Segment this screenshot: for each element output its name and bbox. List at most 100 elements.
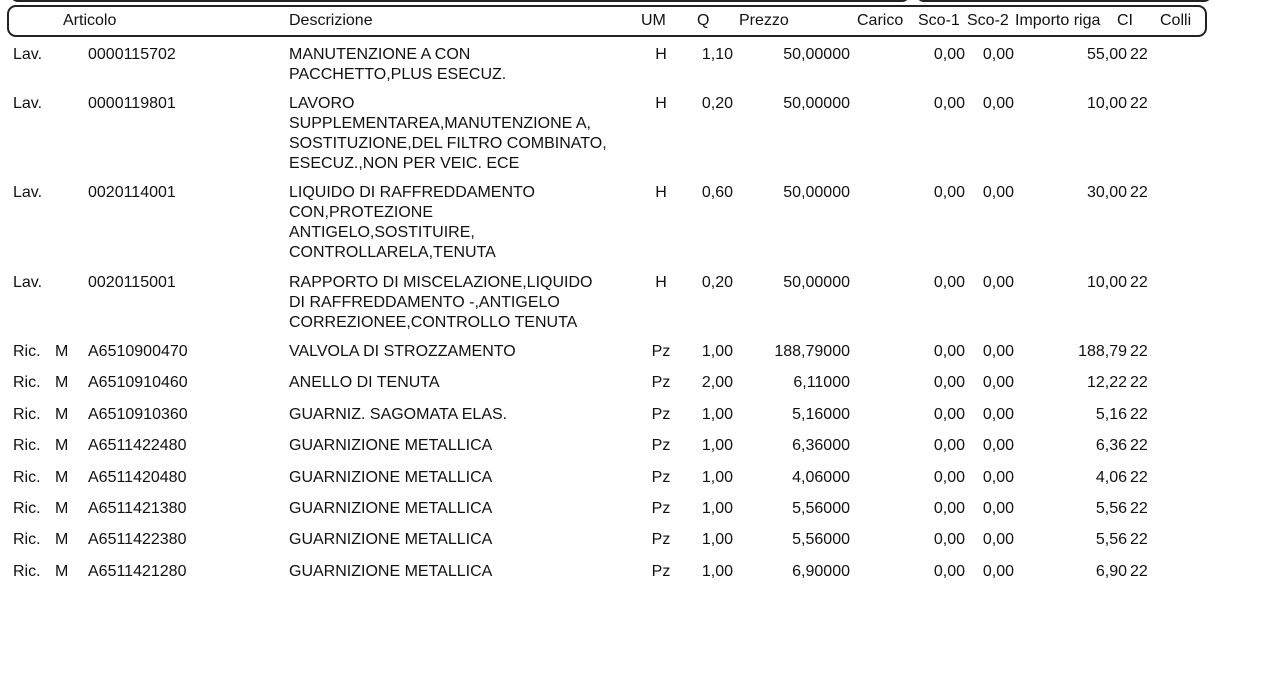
row-sco1: 0,00: [933, 343, 965, 360]
row-um: Pz: [651, 343, 671, 360]
row-sco1: 0,00: [933, 274, 965, 291]
row-sco2: 0,00: [982, 95, 1014, 112]
row-type: Ric.: [13, 437, 41, 454]
upper-box-bottom-edge-left: [10, 0, 910, 2]
row-flag: M: [55, 531, 69, 548]
row-um: Pz: [651, 563, 671, 580]
row-sco1: 0,00: [933, 437, 965, 454]
header-prezzo: Prezzo: [739, 12, 789, 29]
row-articolo: 0000119801: [88, 95, 176, 112]
row-descrizione: GUARNIZIONE METALLICA: [289, 469, 493, 486]
row-um: H: [655, 274, 667, 291]
row-descrizione: GUARNIZ. SAGOMATA ELAS.: [289, 406, 508, 423]
row-importo: 30,00: [1086, 184, 1127, 201]
header-importo-riga: Importo riga: [1015, 12, 1101, 29]
row-q: 0,20: [701, 274, 733, 291]
row-importo: 188,79: [1078, 343, 1127, 360]
row-prezzo: 6,11000: [793, 374, 850, 391]
header-q: Q: [697, 12, 710, 29]
row-sco2: 0,00: [982, 563, 1014, 580]
header-um: UM: [641, 12, 666, 29]
row-ci: 22: [1130, 563, 1148, 580]
row-prezzo: 50,00000: [783, 95, 850, 112]
row-prezzo: 4,06000: [792, 469, 850, 486]
row-q: 1,00: [701, 500, 733, 517]
row-type: Ric.: [13, 563, 41, 580]
row-um: Pz: [651, 437, 671, 454]
row-type: Lav.: [13, 95, 43, 112]
row-um: Pz: [651, 374, 671, 391]
row-descrizione: LIQUIDO DI RAFFREDDAMENTO CON,PROTEZIONE…: [289, 184, 535, 261]
row-sco1: 0,00: [933, 95, 965, 112]
row-articolo: 0020114001: [88, 184, 176, 201]
row-q: 1,00: [701, 343, 733, 360]
row-prezzo: 5,56000: [792, 531, 850, 548]
row-q: 1,00: [701, 563, 733, 580]
row-articolo: A6511421380: [88, 500, 187, 517]
row-sco2: 0,00: [982, 469, 1014, 486]
row-importo: 55,00: [1086, 46, 1127, 63]
row-um: H: [655, 184, 667, 201]
row-importo: 6,36: [1095, 437, 1127, 454]
row-ci: 22: [1130, 274, 1148, 291]
row-sco1: 0,00: [933, 46, 965, 63]
row-um: Pz: [651, 406, 671, 423]
row-ci: 22: [1130, 343, 1148, 360]
row-ci: 22: [1130, 184, 1148, 201]
row-um: Pz: [651, 469, 671, 486]
row-articolo: A6511422480: [88, 437, 187, 454]
row-ci: 22: [1130, 469, 1148, 486]
row-sco1: 0,00: [933, 563, 965, 580]
row-um: Pz: [651, 500, 671, 517]
row-prezzo: 50,00000: [783, 46, 850, 63]
row-articolo: A6510910360: [88, 406, 188, 423]
row-type: Ric.: [13, 531, 41, 548]
row-q: 1,00: [701, 469, 733, 486]
row-ci: 22: [1130, 406, 1148, 423]
row-sco1: 0,00: [933, 184, 965, 201]
row-type: Lav.: [13, 46, 43, 63]
row-articolo: A6510910460: [88, 374, 188, 391]
row-sco1: 0,00: [933, 500, 965, 517]
row-descrizione: LAVORO SUPPLEMENTAREA,MANUTENZIONE A, SO…: [289, 95, 607, 172]
row-importo: 5,56: [1095, 531, 1127, 548]
row-ci: 22: [1130, 531, 1148, 548]
row-q: 1,00: [701, 406, 733, 423]
header-descrizione: Descrizione: [289, 12, 373, 29]
row-importo: 4,06: [1095, 469, 1127, 486]
row-ci: 22: [1130, 46, 1148, 63]
row-sco2: 0,00: [982, 531, 1014, 548]
row-articolo: A6511422380: [88, 531, 187, 548]
row-sco2: 0,00: [982, 437, 1014, 454]
row-importo: 5,16: [1095, 406, 1127, 423]
row-prezzo: 188,79000: [774, 343, 850, 360]
row-flag: M: [55, 406, 69, 423]
row-flag: M: [55, 374, 69, 391]
row-type: Ric.: [13, 406, 41, 423]
row-descrizione: VALVOLA DI STROZZAMENTO: [289, 343, 516, 360]
row-importo: 6,90: [1095, 563, 1127, 580]
row-sco1: 0,00: [933, 406, 965, 423]
row-um: H: [655, 95, 667, 112]
row-descrizione: GUARNIZIONE METALLICA: [289, 563, 493, 580]
row-flag: M: [55, 343, 69, 360]
row-articolo: 0000115702: [88, 46, 176, 63]
row-importo: 10,00: [1086, 95, 1127, 112]
row-type: Ric.: [13, 374, 41, 391]
header-sco2: Sco-2: [967, 12, 1009, 29]
row-type: Ric.: [13, 500, 41, 517]
row-ci: 22: [1130, 437, 1148, 454]
header-sco1: Sco-1: [918, 12, 960, 29]
row-descrizione: GUARNIZIONE METALLICA: [289, 437, 493, 454]
row-flag: M: [55, 500, 69, 517]
header-carico: Carico: [857, 12, 904, 29]
row-ci: 22: [1130, 500, 1148, 517]
row-sco2: 0,00: [982, 46, 1014, 63]
row-q: 1,10: [701, 46, 733, 63]
row-sco1: 0,00: [933, 531, 965, 548]
row-prezzo: 50,00000: [783, 274, 850, 291]
row-importo: 5,56: [1095, 500, 1127, 517]
row-sco2: 0,00: [982, 274, 1014, 291]
row-descrizione: GUARNIZIONE METALLICA: [289, 531, 493, 548]
row-sco1: 0,00: [933, 374, 965, 391]
